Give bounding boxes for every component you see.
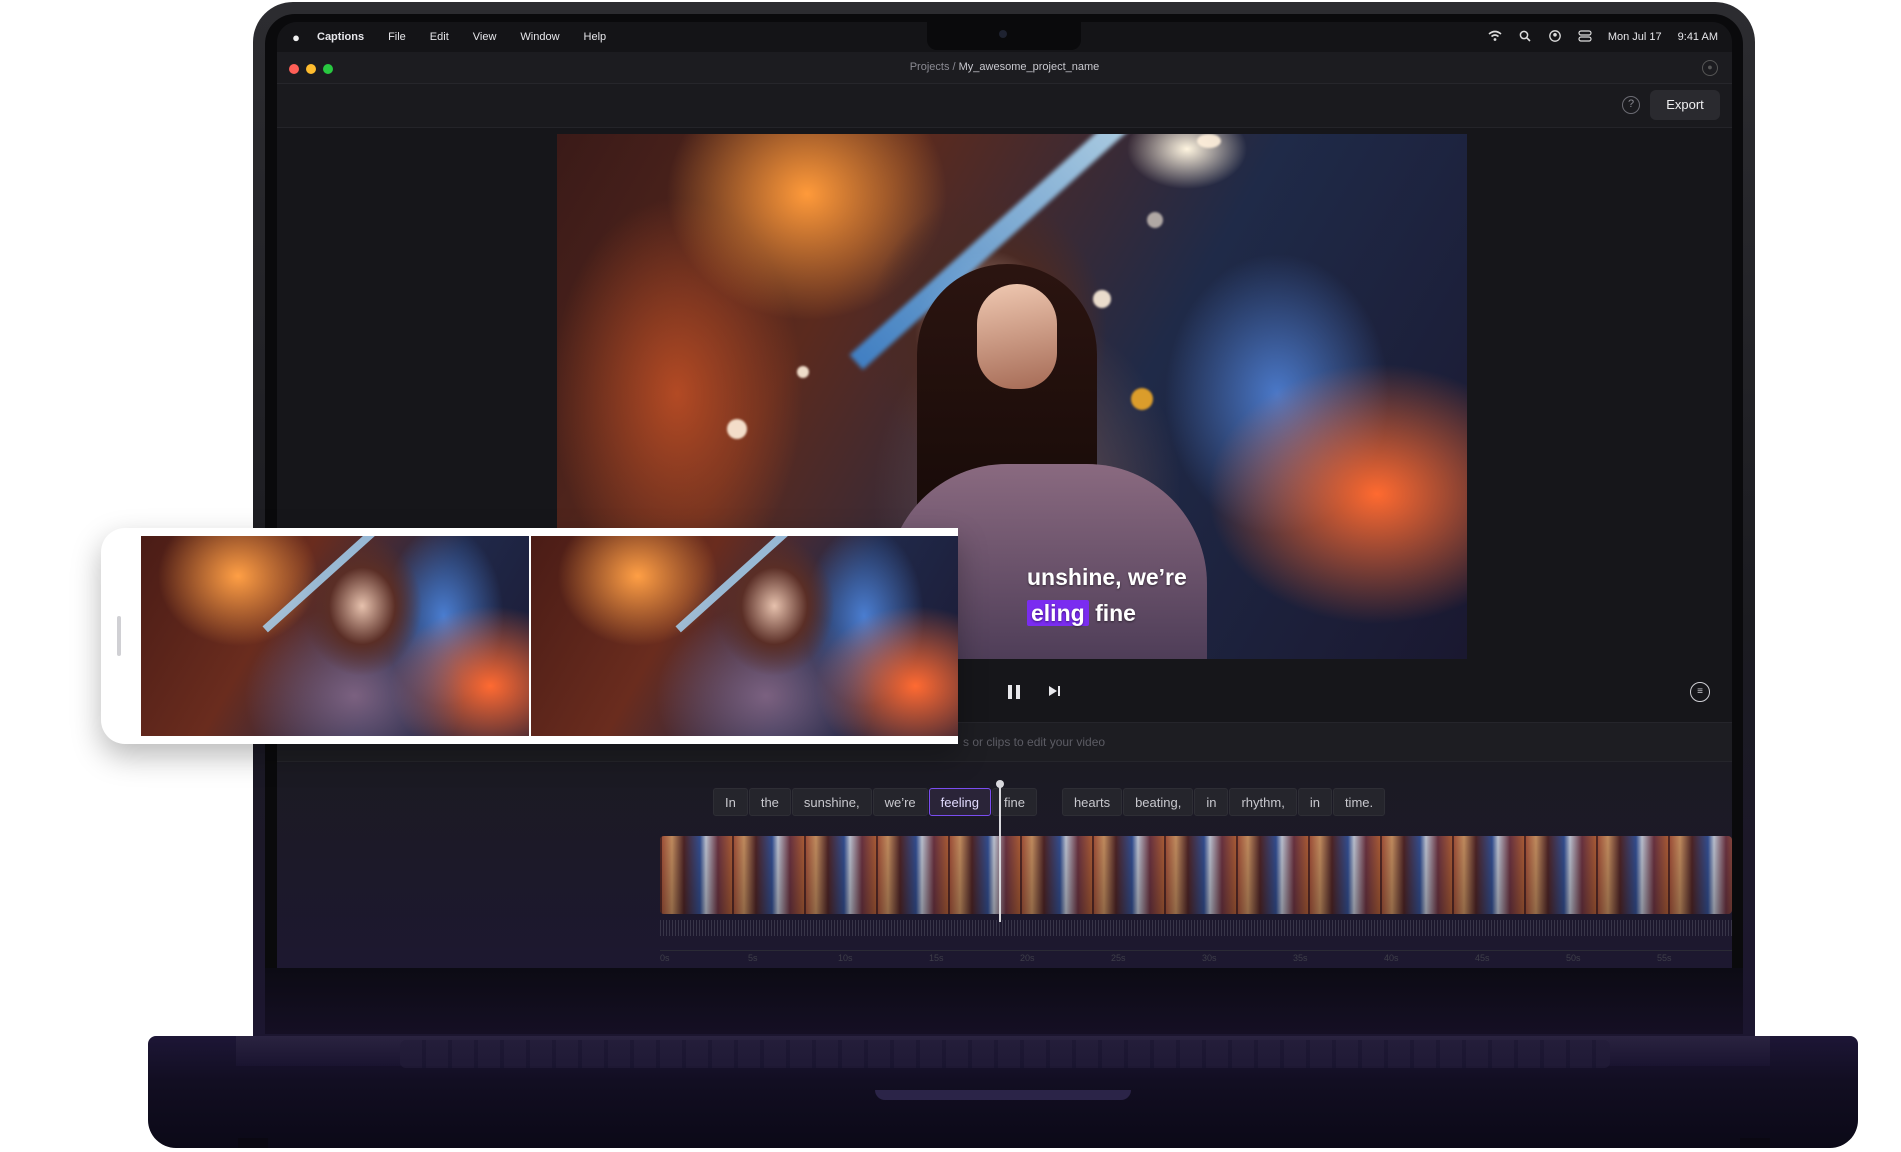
status-area: Mon Jul 17 9:41 AM: [1488, 22, 1718, 52]
ruler-tick: 35s: [1293, 953, 1308, 963]
menu-help[interactable]: Help: [584, 31, 607, 43]
transcript-word-active[interactable]: feeling: [928, 788, 991, 816]
ruler-tick: 5s: [748, 953, 758, 963]
bokeh-light: [797, 366, 809, 378]
user-icon[interactable]: [1548, 30, 1562, 44]
laptop-keyboard: [400, 1040, 1610, 1068]
caption-line-2: eling fine: [1027, 595, 1187, 631]
marketing-scene: ● Captions File Edit View Window Help Mo…: [0, 0, 1901, 1152]
ruler-tick: 45s: [1475, 953, 1490, 963]
laptop-foot: [1740, 1138, 1770, 1148]
ruler-tick: 20s: [1020, 953, 1035, 963]
timeline: In the sunshine, we’re feeling fine hear…: [277, 762, 1732, 968]
bokeh-light: [1147, 212, 1163, 228]
laptop-lip: [875, 1090, 1131, 1100]
transcript-word[interactable]: the: [748, 788, 791, 816]
ruler-tick: 10s: [838, 953, 853, 963]
ruler-tick: 40s: [1384, 953, 1399, 963]
transcript-word[interactable]: we’re: [872, 788, 928, 816]
ruler-tick: 25s: [1111, 953, 1126, 963]
time-ruler[interactable]: 0s 5s 10s 15s 20s 25s 30s 35s 40s 45s 50…: [660, 950, 1732, 964]
laptop-foot: [238, 1138, 268, 1148]
transcript-words: In the sunshine, we’re feeling fine hear…: [713, 788, 1386, 816]
transcript-word[interactable]: in: [1194, 788, 1229, 816]
phone-video-frame: [141, 536, 529, 736]
playhead[interactable]: [996, 780, 1004, 922]
camera-notch: [927, 22, 1081, 50]
breadcrumb-separator: /: [952, 61, 956, 73]
skip-forward-icon[interactable]: [1048, 685, 1062, 699]
menu-window[interactable]: Window: [520, 31, 559, 43]
bokeh-light: [1197, 134, 1221, 148]
captions-style-icon[interactable]: ≡: [1690, 682, 1710, 702]
bokeh-light: [1093, 290, 1111, 308]
edit-hint-text: s or clips to edit your video: [963, 735, 1106, 749]
transcript-word[interactable]: in: [1297, 788, 1332, 816]
export-button[interactable]: Export: [1650, 90, 1720, 120]
caption-overlay[interactable]: unshine, we’re eling fine: [1027, 559, 1187, 631]
caption-word: fine: [1095, 600, 1136, 626]
video-filmstrip[interactable]: [660, 836, 1732, 914]
ruler-tick: 0s: [660, 953, 670, 963]
wifi-icon[interactable]: [1488, 30, 1502, 44]
audio-waveform[interactable]: [660, 920, 1732, 936]
breadcrumb: Projects / My_awesome_project_name: [277, 61, 1732, 73]
menu-date[interactable]: Mon Jul 17: [1608, 31, 1662, 43]
app-window: ● Captions File Edit View Window Help Mo…: [277, 22, 1732, 968]
toolbar: ? Export: [277, 84, 1732, 128]
transcript-word[interactable]: rhythm,: [1229, 788, 1297, 816]
menu-edit[interactable]: Edit: [430, 31, 449, 43]
bokeh-light: [1131, 388, 1153, 410]
transcript-word[interactable]: In: [713, 788, 748, 816]
menu-file[interactable]: File: [388, 31, 406, 43]
question-circle-icon[interactable]: ?: [1622, 96, 1640, 114]
phone-mockup: [101, 528, 958, 744]
transcript-word[interactable]: time.: [1332, 788, 1386, 816]
breadcrumb-projects[interactable]: Projects: [910, 61, 950, 73]
pause-icon[interactable]: [1008, 685, 1020, 699]
account-icon[interactable]: ●: [1702, 60, 1718, 76]
ruler-tick: 50s: [1566, 953, 1581, 963]
camera-lens: [999, 30, 1007, 38]
transcript-word[interactable]: hearts: [1061, 788, 1123, 816]
apple-logo-icon[interactable]: ●: [289, 30, 303, 45]
bokeh-light: [727, 419, 747, 439]
subject-face: [977, 284, 1057, 389]
ruler-tick: 55s: [1657, 953, 1672, 963]
search-icon[interactable]: [1518, 30, 1532, 44]
laptop-chin: [265, 968, 1743, 1034]
caption-highlight-word: eling: [1027, 600, 1089, 626]
caption-line-1: unshine, we’re: [1027, 564, 1187, 590]
menu-view[interactable]: View: [473, 31, 497, 43]
control-center-icon[interactable]: [1578, 30, 1592, 44]
phone-speaker: [117, 616, 121, 656]
app-menu[interactable]: Captions: [317, 31, 364, 43]
breadcrumb-project-name[interactable]: My_awesome_project_name: [959, 61, 1100, 73]
ruler-tick: 30s: [1202, 953, 1217, 963]
ruler-tick: 15s: [929, 953, 944, 963]
title-bar: Projects / My_awesome_project_name ●: [277, 52, 1732, 84]
transcript-word[interactable]: beating,: [1123, 788, 1194, 816]
menu-time[interactable]: 9:41 AM: [1678, 31, 1718, 43]
menu-bar: ● Captions File Edit View Window Help Mo…: [277, 22, 1732, 52]
phone-video-frame: [531, 536, 958, 736]
transcript-word[interactable]: sunshine,: [791, 788, 872, 816]
